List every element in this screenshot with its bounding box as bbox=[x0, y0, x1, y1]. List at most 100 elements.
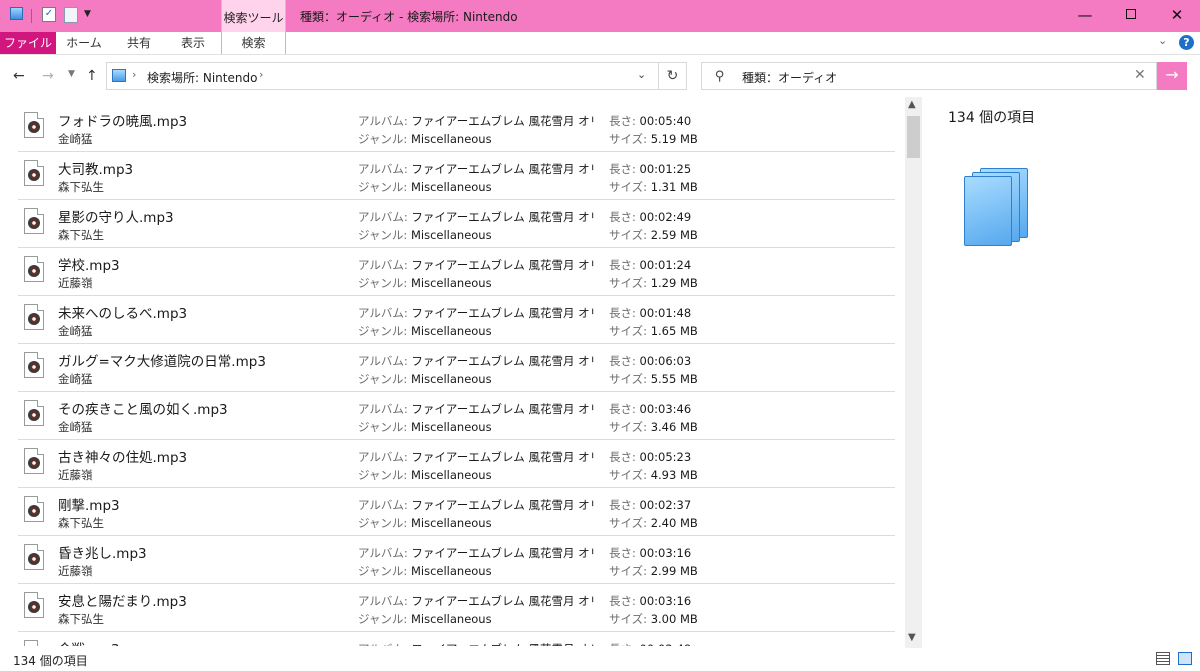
search-input[interactable]: 種類：オーディオ bbox=[742, 69, 837, 86]
file-row[interactable]: 大司教.mp3 森下弘生 アルバム: ファイアーエムブレム 風花雪月 オリジナ...… bbox=[18, 152, 895, 200]
file-size: サイズ: 5.55 MB bbox=[609, 371, 698, 387]
album-value: ファイアーエムブレム 風花雪月 オリジナ... bbox=[411, 498, 594, 512]
genre-label: ジャンル: bbox=[358, 132, 411, 146]
album-value: ファイアーエムブレム 風花雪月 オリジナ... bbox=[411, 642, 594, 646]
file-name: 大司教.mp3 bbox=[58, 162, 134, 178]
file-row[interactable]: 古き神々の住処.mp3 近藤嶺 アルバム: ファイアーエムブレム 風花雪月 オリジナ… bbox=[18, 440, 895, 488]
album-value: ファイアーエムブレム 風花雪月 オリジナ... bbox=[411, 114, 594, 128]
tab-search[interactable]: 検索 bbox=[221, 32, 286, 54]
file-length: 長さ: 00:03:46 bbox=[609, 401, 691, 417]
file-length: 長さ: 00:03:16 bbox=[609, 593, 691, 609]
file-name: 古き神々の住処.mp3 bbox=[58, 450, 188, 466]
file-row[interactable]: 未来へのしるべ.mp3 金崎猛 アルバム: ファイアーエムブレム 風花雪月 オリジナ… bbox=[18, 296, 895, 344]
navigation-bar: ← → ▼ ↑ › 検索場所: Nintendo › ⌄ ↻ ⚲ 種類：オーディ… bbox=[0, 56, 1200, 96]
file-row[interactable]: フォドラの暁風.mp3 金崎猛 アルバム: ファイアーエムブレム 風花雪月 オリジナ… bbox=[18, 104, 895, 152]
properties-icon[interactable]: ✓ bbox=[42, 7, 56, 22]
genre-value: Miscellaneous bbox=[410, 132, 492, 146]
length-value: 00:01:48 bbox=[639, 306, 692, 320]
expand-ribbon-chevron-icon[interactable]: ⌄ bbox=[1158, 34, 1167, 47]
details-view-icon[interactable] bbox=[1156, 652, 1170, 665]
audio-file-icon bbox=[24, 544, 44, 570]
scroll-down-arrow-icon[interactable]: ▼ bbox=[908, 632, 916, 643]
file-genre: ジャンル: Miscellaneous bbox=[358, 371, 492, 387]
file-album: アルバム: ファイアーエムブレム 風花雪月 オリジナ... bbox=[358, 593, 594, 609]
album-value: ファイアーエムブレム 風花雪月 オリジナ... bbox=[411, 162, 594, 176]
file-genre: ジャンル: Miscellaneous bbox=[358, 131, 492, 147]
scroll-up-arrow-icon[interactable]: ▲ bbox=[908, 99, 916, 110]
size-value: 3.00 MB bbox=[650, 612, 698, 626]
search-tools-context-group: 検索ツール bbox=[221, 0, 286, 32]
audio-file-icon bbox=[24, 640, 44, 646]
genre-value: Miscellaneous bbox=[410, 564, 492, 578]
file-row[interactable]: 剛撃.mp3森下弘生アルバム: ファイアーエムブレム 風花雪月 オリジナ...ジ… bbox=[18, 488, 895, 536]
file-row[interactable]: 学校.mp3近藤嶺アルバム: ファイアーエムブレム 風花雪月 オリジナ...ジャ… bbox=[18, 248, 895, 296]
size-label: サイズ: bbox=[609, 564, 651, 578]
audio-file-icon bbox=[24, 208, 44, 234]
file-artist: 金崎猛 bbox=[58, 324, 93, 338]
album-label: アルバム: bbox=[358, 162, 412, 176]
file-name: 剛撃.mp3 bbox=[58, 498, 120, 514]
maximize-button[interactable] bbox=[1108, 0, 1154, 32]
help-icon[interactable]: ? bbox=[1179, 35, 1194, 50]
breadcrumb-chevron-icon[interactable]: › bbox=[259, 68, 263, 81]
genre-value: Miscellaneous bbox=[410, 228, 492, 242]
tab-share[interactable]: 共有 bbox=[112, 32, 166, 54]
file-list[interactable]: フォドラの暁風.mp3金崎猛アルバム: ファイアーエムブレム 風花雪月 オリジナ… bbox=[0, 104, 905, 646]
album-label: アルバム: bbox=[358, 642, 411, 646]
audio-disc-icon bbox=[28, 553, 40, 565]
file-row[interactable]: 会戦.mp3 アルバム: ファイアーエムブレム 風花雪月 オリジナ... 長さ: 0… bbox=[18, 632, 895, 646]
file-album: アルバム: ファイアーエムブレム 風花雪月 オリジナ... bbox=[358, 257, 594, 273]
close-button[interactable]: ✕ bbox=[1154, 0, 1200, 32]
search-box[interactable]: ⚲ 種類：オーディオ ✕ bbox=[701, 62, 1157, 90]
file-artist: 金崎猛 bbox=[58, 132, 93, 146]
length-value: 00:02:48 bbox=[640, 642, 692, 646]
content-view-icon[interactable] bbox=[1178, 652, 1192, 665]
folder-icon[interactable] bbox=[10, 7, 23, 20]
scroll-thumb[interactable] bbox=[907, 116, 920, 158]
breadcrumb-chevron-icon[interactable]: › bbox=[132, 68, 136, 81]
tab-view[interactable]: 表示 bbox=[166, 32, 220, 54]
audio-disc-icon bbox=[28, 121, 40, 133]
genre-label: ジャンル: bbox=[358, 372, 411, 386]
breadcrumb-search-location[interactable]: 検索場所: Nintendo bbox=[147, 69, 257, 86]
size-value: 5.19 MB bbox=[650, 132, 698, 146]
ribbon-tab-bar: ファイル ホーム 共有 表示 検索 ⌄ ? bbox=[0, 32, 1200, 55]
clear-search-icon[interactable]: ✕ bbox=[1134, 67, 1146, 83]
address-history-dropdown-icon[interactable]: ⌄ bbox=[637, 68, 646, 81]
forward-arrow-icon[interactable]: → bbox=[42, 68, 54, 84]
customize-quick-access-icon[interactable]: ▼ bbox=[84, 9, 91, 19]
file-row[interactable]: ガルグ=マク大修道院の日常.mp3 金崎猛 アルバム: ファイアーエムブレム 風花雪… bbox=[18, 344, 895, 392]
new-folder-icon[interactable] bbox=[64, 7, 78, 23]
audio-disc-icon bbox=[28, 265, 40, 277]
file-length: 長さ: 00:02:49 bbox=[609, 209, 691, 225]
vertical-scrollbar[interactable]: ▲ ▼ bbox=[905, 97, 922, 648]
file-artist: 金崎猛 bbox=[58, 420, 93, 434]
status-bar: 134 個の項目 bbox=[0, 648, 1200, 671]
address-bar[interactable]: › 検索場所: Nintendo › ⌄ bbox=[106, 62, 659, 90]
recent-locations-chevron-icon[interactable]: ▼ bbox=[68, 69, 75, 79]
genre-label: ジャンル: bbox=[358, 564, 411, 578]
refresh-button[interactable]: ↻ bbox=[659, 62, 687, 90]
file-genre: ジャンル: Miscellaneous bbox=[358, 467, 492, 483]
file-name: 学校.mp3 bbox=[58, 258, 120, 274]
audio-file-icon bbox=[24, 160, 44, 186]
tab-file[interactable]: ファイル bbox=[0, 32, 56, 54]
back-arrow-icon[interactable]: ← bbox=[13, 68, 25, 84]
search-go-button[interactable]: → bbox=[1157, 62, 1187, 90]
up-arrow-icon[interactable]: ↑ bbox=[86, 68, 98, 84]
file-row[interactable]: 安息と陽だまり.mp3 森下弘生 アルバム: ファイアーエムブレム 風花雪月 オリジ… bbox=[18, 584, 895, 632]
file-row[interactable]: 昏き兆し.mp3 近藤嶺 アルバム: ファイアーエムブレム 風花雪月 オリジナ...… bbox=[18, 536, 895, 584]
audio-file-icon bbox=[24, 256, 44, 282]
minimize-button[interactable]: — bbox=[1062, 0, 1108, 32]
length-value: 00:03:46 bbox=[639, 402, 692, 416]
file-album: アルバム: ファイアーエムブレム 風花雪月 オリジナ... bbox=[358, 353, 594, 369]
file-album: アルバム: ファイアーエムブレム 風花雪月 オリジナ... bbox=[358, 641, 594, 646]
file-row[interactable]: 星影の守り人.mp3 森下弘生 アルバム: ファイアーエムブレム 風花雪月 オリジナ… bbox=[18, 200, 895, 248]
maximize-icon bbox=[1126, 9, 1136, 19]
album-value: ファイアーエムブレム 風花雪月 オリジナ... bbox=[411, 450, 594, 464]
genre-label: ジャンル: bbox=[358, 468, 411, 482]
file-row[interactable]: その疾きこと風の如く.mp3 金崎猛 アルバム: ファイアーエムブレム 風花雪月 オ… bbox=[18, 392, 895, 440]
tab-home[interactable]: ホーム bbox=[56, 32, 112, 54]
file-genre: ジャンル: Miscellaneous bbox=[358, 275, 492, 291]
file-size: サイズ: 2.40 MB bbox=[609, 515, 698, 531]
